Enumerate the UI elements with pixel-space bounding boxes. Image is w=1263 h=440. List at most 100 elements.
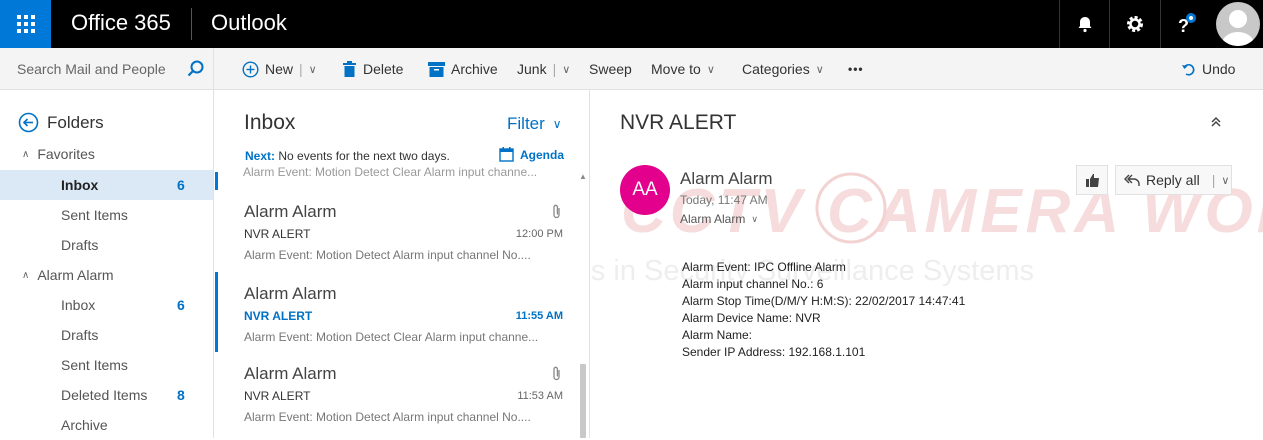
list-title: Inbox <box>244 111 296 134</box>
body-line: Alarm Name: <box>682 328 753 342</box>
list-item[interactable]: Alarm Alarm NVR ALERT 12:00 PM Alarm Eve… <box>215 190 577 270</box>
ellipsis-icon: ••• <box>848 62 864 76</box>
folder-item-inbox[interactable]: Inbox 6 <box>0 290 213 320</box>
favorites-group[interactable]: ∧ Favorites <box>22 146 95 162</box>
folder-item-favorites-inbox[interactable]: Inbox 6 <box>0 170 213 200</box>
help-button[interactable]: ? <box>1160 0 1210 48</box>
top-bar: Office 365 Outlook ? <box>0 0 1263 48</box>
calendar-icon <box>499 147 514 162</box>
folder-label: Archive <box>61 417 108 433</box>
junk-button[interactable]: Junk | ∨ <box>517 48 570 90</box>
folder-item-archive[interactable]: Archive <box>0 410 213 440</box>
app-title[interactable]: Outlook <box>211 10 287 36</box>
reply-all-button[interactable]: Reply all | ∨ <box>1115 165 1232 195</box>
archive-button-label: Archive <box>451 61 498 77</box>
chevron-up-icon: ∧ <box>22 148 30 160</box>
sender-avatar[interactable]: AA <box>620 165 670 215</box>
move-to-button[interactable]: Move to ∨ <box>651 48 715 90</box>
message-preview: Alarm Event: Motion Detect Alarm input c… <box>244 410 531 424</box>
sweep-button[interactable]: Sweep <box>589 48 632 90</box>
message-time: 11:53 AM <box>517 390 563 402</box>
chevron-down-icon[interactable]: ∨ <box>309 63 317 76</box>
unread-indicator <box>215 272 218 352</box>
brand-title[interactable]: Office 365 <box>71 10 171 36</box>
message-from: Alarm Alarm <box>244 202 337 221</box>
folder-pane: Folders ∧ Favorites Inbox 6 Sent Items D… <box>0 90 214 438</box>
folder-label: Inbox <box>61 297 96 313</box>
body-line: Alarm Device Name: NVR <box>682 311 821 325</box>
body-line: Sender IP Address: 192.168.1.101 <box>682 345 866 359</box>
back-arrow-icon[interactable] <box>18 112 39 133</box>
undo-button[interactable]: Undo <box>1181 48 1235 90</box>
message-subject-heading: NVR ALERT <box>620 111 737 134</box>
message-preview: Alarm Event: Motion Detect Clear Alarm i… <box>244 330 539 344</box>
search-input[interactable] <box>17 61 182 77</box>
move-to-button-label: Move to <box>651 61 701 77</box>
notifications-button[interactable] <box>1059 0 1109 48</box>
message-subject: NVR ALERT <box>244 389 311 403</box>
divider: | <box>552 61 557 77</box>
user-avatar-button[interactable] <box>1212 0 1263 48</box>
chevron-down-icon: ∨ <box>815 63 824 76</box>
agenda-label: Agenda <box>520 147 565 162</box>
search-box <box>0 48 214 90</box>
settings-button[interactable] <box>1109 0 1159 48</box>
unread-count: 8 <box>177 387 185 403</box>
archive-button[interactable]: Archive <box>428 48 498 90</box>
next-label: Next: <box>245 149 276 163</box>
folder-item-sent-items[interactable]: Sent Items <box>0 350 213 380</box>
folders-header[interactable]: Folders <box>18 112 104 133</box>
folders-title: Folders <box>47 112 104 132</box>
chevron-down-icon[interactable]: ∨ <box>562 63 570 76</box>
message-time: 11:55 AM <box>515 310 563 322</box>
reading-pane: CCTV CAMERA WORLD Experts in Security Su… <box>591 90 1263 438</box>
search-icon[interactable] <box>186 59 206 79</box>
folder-label: Drafts <box>61 327 99 343</box>
filter-button[interactable]: Filter ∨ <box>507 114 562 134</box>
sweep-button-label: Sweep <box>589 61 632 77</box>
scroll-up-icon[interactable]: ▲ <box>579 172 587 181</box>
chevron-down-icon[interactable]: ∨ <box>1221 174 1229 187</box>
scrollbar-thumb[interactable] <box>580 364 586 438</box>
trash-icon <box>343 61 356 77</box>
list-item[interactable]: Alarm Alarm NVR ALERT 11:55 AM Alarm Eve… <box>215 272 577 352</box>
folder-item-favorites-drafts[interactable]: Drafts <box>0 230 213 260</box>
message-subject: NVR ALERT <box>244 227 311 241</box>
folder-item-drafts[interactable]: Drafts <box>0 320 213 350</box>
account-group[interactable]: ∧ Alarm Alarm <box>22 267 114 283</box>
brand-divider <box>191 8 192 40</box>
like-button[interactable] <box>1076 165 1108 195</box>
partial-message-preview[interactable]: Alarm Event: Motion Detect Clear Alarm i… <box>243 165 537 179</box>
next-text: No events for the next two days. <box>278 149 450 163</box>
folder-item-deleted-items[interactable]: Deleted Items 8 <box>0 380 213 410</box>
message-subject: NVR ALERT <box>244 309 313 323</box>
recipients[interactable]: Alarm Alarm ∨ <box>680 212 758 226</box>
folder-item-favorites-sent-items[interactable]: Sent Items <box>0 200 213 230</box>
chevron-down-icon: ∨ <box>706 63 715 76</box>
new-button[interactable]: New | ∨ <box>242 48 317 90</box>
folder-label: Deleted Items <box>61 387 148 403</box>
bell-icon <box>1078 17 1091 33</box>
agenda-button[interactable]: Agenda <box>499 147 564 162</box>
more-actions-button[interactable]: ••• <box>848 48 864 90</box>
reply-all-label: Reply all <box>1146 172 1200 188</box>
help-icon: ? <box>1178 13 1196 36</box>
double-chevron-down-icon[interactable]: ∨ <box>751 214 758 225</box>
message-date: Today, 11:47 AM <box>680 193 768 207</box>
message-from: Alarm Alarm <box>244 364 337 383</box>
body-line: Alarm input channel No.: 6 <box>682 277 824 291</box>
message-body: Alarm Event: IPC Offline Alarm Alarm inp… <box>682 259 965 361</box>
message-list: Alarm Event: Motion Detect Clear Alarm i… <box>215 165 589 438</box>
collapse-icon[interactable] <box>1209 115 1223 129</box>
delete-button[interactable]: Delete <box>342 48 403 90</box>
next-events: Next: No events for the next two days. <box>245 149 450 163</box>
app-launcher-button[interactable] <box>0 0 51 48</box>
command-bar: New | ∨ Delete Archive Junk | ∨ Sweep Mo… <box>0 48 1263 90</box>
list-item[interactable]: Alarm Alarm NVR ALERT 11:53 AM Alarm Eve… <box>215 352 577 432</box>
sender-name[interactable]: Alarm Alarm <box>680 169 773 189</box>
message-list-pane: Inbox Filter ∨ Next: No events for the n… <box>215 90 590 438</box>
categories-button[interactable]: Categories ∨ <box>742 48 824 90</box>
chevron-down-icon: ∨ <box>552 117 562 131</box>
message-list-scrollbar[interactable]: ▲ <box>577 172 589 438</box>
message-preview: Alarm Event: Motion Detect Alarm input c… <box>244 248 531 262</box>
